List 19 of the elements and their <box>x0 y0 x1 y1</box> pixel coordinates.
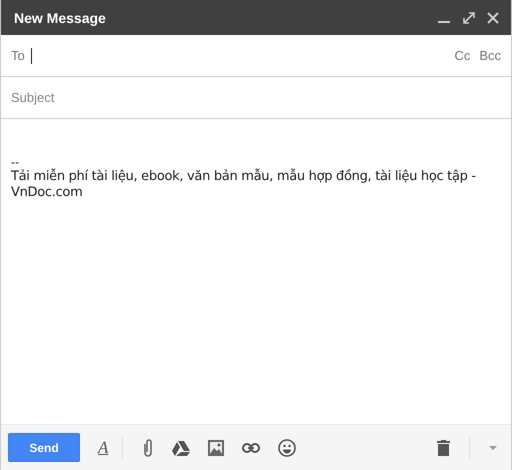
text-cursor <box>30 48 32 64</box>
close-icon[interactable] <box>487 12 499 24</box>
paperclip-icon[interactable] <box>142 438 154 458</box>
bcc-link[interactable]: Bcc <box>479 48 501 63</box>
expand-icon[interactable] <box>462 10 476 24</box>
recipients-field[interactable]: To Cc Bcc <box>1 35 511 77</box>
to-label: To <box>11 48 25 63</box>
image-icon[interactable] <box>208 440 224 456</box>
formatting-button[interactable]: A <box>94 438 112 458</box>
link-icon[interactable] <box>242 442 260 452</box>
drive-icon[interactable] <box>172 440 190 456</box>
signature-separator: -- <box>11 157 20 169</box>
emoji-icon[interactable] <box>278 438 296 456</box>
window-title: New Message <box>14 10 107 26</box>
trash-icon[interactable] <box>437 440 450 456</box>
signature-text: Tải miễn phí tài liệu, ebook, văn bản mẫu, mẫu hợp đồng, tài liệu học tập - VnDoc.com <box>11 169 477 201</box>
dropdown-arrow-icon[interactable] <box>489 446 497 450</box>
send-button[interactable]: Send <box>8 433 80 462</box>
cc-link[interactable]: Cc <box>454 48 470 63</box>
